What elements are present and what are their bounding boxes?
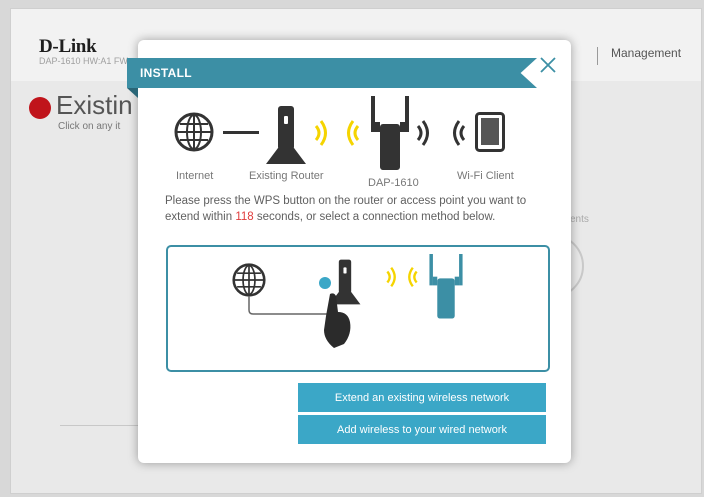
globe-small-icon	[232, 263, 266, 297]
wifi-wave-dark-right-icon	[416, 120, 429, 146]
model-info: DAP-1610 HW:A1 FW	[39, 56, 128, 66]
nav-divider	[597, 47, 598, 65]
wps-button-icon	[319, 277, 331, 289]
wifi-wave-dark-left-icon	[453, 120, 466, 146]
wifi-wave-yellow-left-icon	[408, 266, 418, 288]
pressing-hand-icon	[324, 293, 351, 348]
extend-network-button[interactable]: Extend an existing wireless network	[298, 383, 546, 412]
background-label: ents	[570, 214, 589, 225]
wifi-wave-left-icon	[347, 120, 360, 146]
ribbon-fold	[127, 88, 138, 98]
wps-instructions: Please press the WPS button on the route…	[165, 195, 527, 223]
wifi-wave-yellow-right-icon	[386, 266, 396, 288]
router-icon	[266, 106, 306, 164]
add-wireless-button[interactable]: Add wireless to your wired network	[298, 415, 546, 444]
router-label: Existing Router	[249, 170, 324, 182]
connection-line	[223, 131, 259, 134]
globe-icon	[174, 112, 214, 152]
tablet-icon	[475, 112, 505, 152]
extender-label: DAP-1610	[368, 177, 419, 189]
countdown-timer: 118	[235, 211, 254, 223]
nav-management[interactable]: Management	[611, 46, 681, 60]
client-label: Wi-Fi Client	[457, 170, 514, 182]
extender-small-icon	[429, 254, 463, 319]
dlink-logo: D-Link	[39, 36, 97, 57]
page-subtitle: Click on any it	[58, 121, 121, 132]
modal-title: INSTALL	[140, 66, 192, 80]
status-dot	[29, 97, 51, 119]
page-title: Existin	[56, 90, 133, 120]
internet-label: Internet	[176, 170, 214, 182]
wifi-wave-right-icon	[314, 120, 327, 146]
close-icon[interactable]	[536, 53, 560, 77]
extender-icon	[371, 96, 409, 170]
